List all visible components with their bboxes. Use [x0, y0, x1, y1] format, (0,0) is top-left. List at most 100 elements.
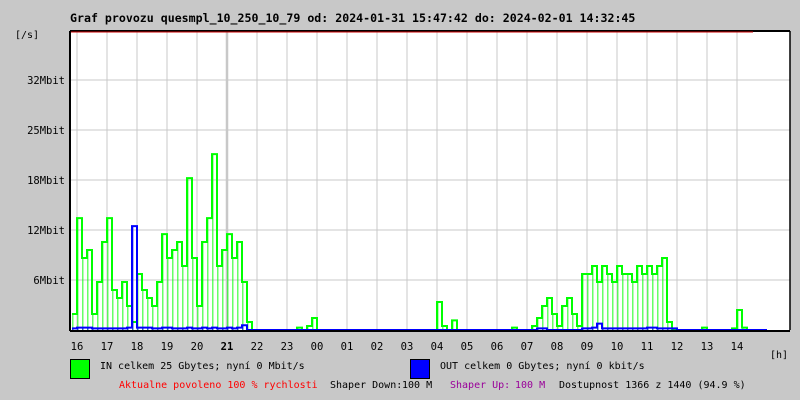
out-data-bar: [172, 328, 174, 330]
x-tick-label: 23: [281, 341, 294, 353]
in-data-bar: [657, 266, 659, 330]
in-data-bar: [107, 218, 109, 330]
out-data-bar: [217, 328, 219, 330]
in-data-bar: [567, 298, 569, 330]
shaper-down-value: 100 M: [402, 380, 433, 391]
in-data-bar: [542, 306, 544, 330]
out-data-bar: [632, 328, 634, 330]
in-data-bar: [612, 282, 614, 330]
in-data-bar: [587, 274, 589, 330]
x-tick-label: 06: [491, 341, 504, 353]
in-data-bar: [452, 320, 454, 330]
out-data-bar: [132, 226, 134, 330]
in-data-bar: [602, 266, 604, 330]
in-data-bar: [127, 306, 129, 330]
out-data-bar: [177, 328, 179, 330]
traffic-chart: 16 17 18 19 20 21 22 23 00 01 02 03 04 05 06 07 08 09 10 11…: [27, 30, 791, 353]
out-data-bar: [212, 327, 214, 330]
in-data-bar: [182, 266, 184, 330]
out-data-bar: [227, 327, 229, 330]
in-data-bar: [212, 154, 214, 330]
in-data-bar: [197, 306, 199, 330]
out-data-bar: [117, 328, 119, 330]
in-data-bar: [437, 302, 439, 330]
out-data-bar: [192, 328, 194, 330]
out-data-bar: [152, 328, 154, 330]
out-data-bar: [607, 328, 609, 330]
in-legend-label: IN celkem 25 Gbytes; nyní 0 Mbit/s: [100, 361, 305, 372]
in-data-bar: [122, 282, 124, 330]
in-data-bar: [582, 274, 584, 330]
out-data-bar: [657, 328, 659, 330]
out-data-bar: [592, 327, 594, 330]
out-data-bar: [637, 328, 639, 330]
shaper-up-label: Shaper Up:: [450, 380, 511, 391]
out-legend-label: OUT celkem 0 Gbytes; nyní 0 kbit/s: [440, 361, 645, 372]
x-tick-label: 10: [611, 341, 624, 353]
out-data-bar: [672, 328, 674, 330]
in-data-bar: [217, 266, 219, 330]
in-data-bar: [642, 274, 644, 330]
x-tick-label: 18: [131, 341, 144, 353]
out-data-bar: [602, 328, 604, 330]
x-tick-label: 17: [101, 341, 114, 353]
x-tick-label: 14: [731, 341, 744, 353]
in-data-bar: [142, 290, 144, 330]
out-data-bar: [642, 328, 644, 330]
out-data-bar: [112, 328, 114, 330]
in-legend-swatch: [70, 359, 90, 379]
x-tick-label: 19: [161, 341, 174, 353]
y-tick-label: 18Mbit: [27, 175, 65, 187]
in-data-bar: [167, 258, 169, 330]
in-data-bar: [592, 266, 594, 330]
in-data-bar: [97, 282, 99, 330]
x-tick-label: 04: [431, 341, 444, 353]
x-tick-label: 21: [221, 341, 234, 353]
out-data-bar: [122, 328, 124, 330]
in-data-bar: [222, 250, 224, 330]
out-data-bar: [242, 325, 244, 330]
out-data-bar: [207, 328, 209, 330]
x-tick-label: 11: [641, 341, 654, 353]
x-tick-label: 02: [371, 341, 384, 353]
out-data-bar: [92, 328, 94, 330]
in-data-bar: [227, 234, 229, 330]
in-data-bar: [242, 282, 244, 330]
in-data-bar: [627, 274, 629, 330]
out-data-bar: [662, 328, 664, 330]
y-tick-label: 6Mbit: [33, 275, 65, 287]
in-data-bar: [662, 258, 664, 330]
out-data-bar: [202, 327, 204, 330]
in-data-bar: [632, 282, 634, 330]
out-data-bar: [142, 327, 144, 330]
y-tick-label: 12Mbit: [27, 225, 65, 237]
in-data-bar: [87, 250, 89, 330]
out-data-bar: [622, 328, 624, 330]
out-data-bar: [182, 328, 184, 330]
out-data-bar: [617, 328, 619, 330]
x-tick-label: 07: [521, 341, 534, 353]
x-tick-label: 22: [251, 341, 264, 353]
x-tick-label: 03: [401, 341, 414, 353]
shaper-down-label: Shaper Down:: [330, 380, 403, 391]
in-data-bar: [117, 298, 119, 330]
out-data-bar: [537, 328, 539, 330]
in-data-bar: [617, 266, 619, 330]
in-data-bar: [112, 290, 114, 330]
in-data-bar: [157, 282, 159, 330]
in-data-bar: [547, 298, 549, 330]
in-data-bar: [232, 258, 234, 330]
out-data-bar: [542, 328, 544, 330]
in-data-bar: [177, 242, 179, 330]
out-data-bar: [187, 327, 189, 330]
allowed-speed-text: Aktualne povoleno 100 % rychlosti: [119, 380, 318, 391]
out-legend-swatch: [410, 359, 430, 379]
out-data-bar: [597, 323, 599, 330]
in-data-bar: [562, 306, 564, 330]
in-data-bar: [737, 310, 739, 330]
in-data-bar: [622, 274, 624, 330]
in-data-bar: [637, 266, 639, 330]
x-tick-label: 05: [461, 341, 474, 353]
in-data-bar: [77, 218, 79, 330]
in-data-bar: [207, 218, 209, 330]
